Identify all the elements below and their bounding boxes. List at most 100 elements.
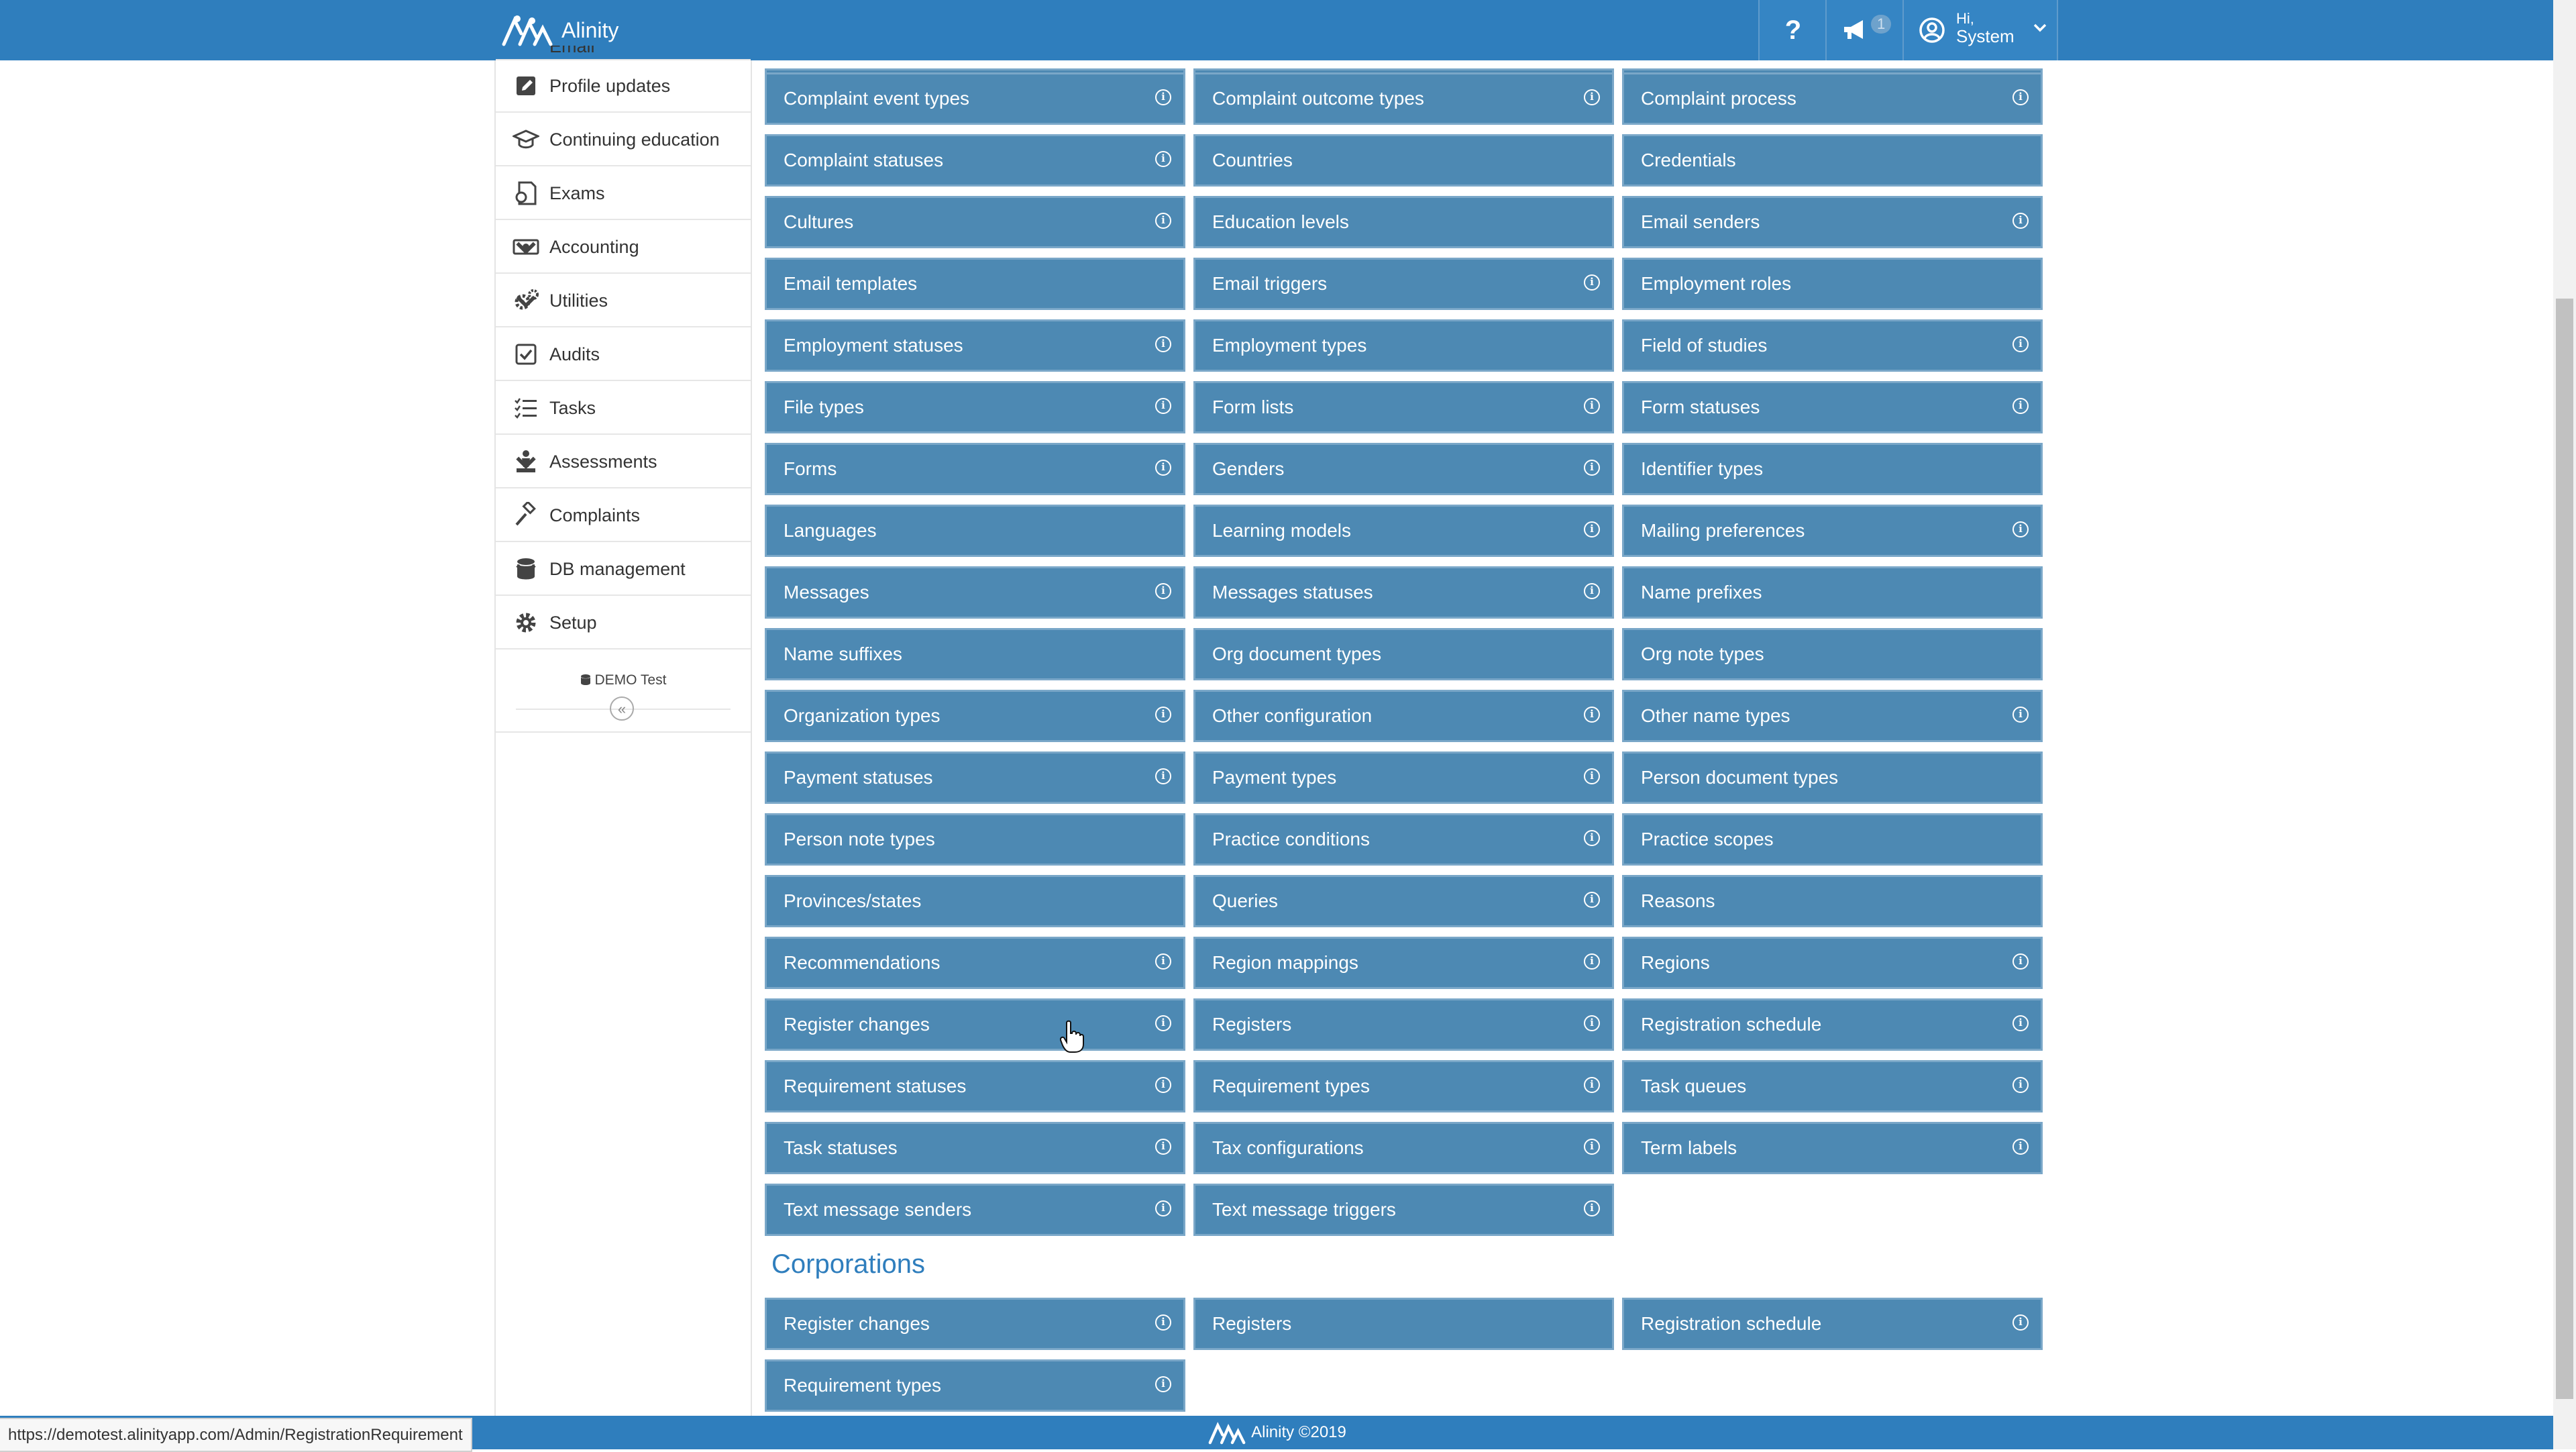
tile-registration-schedule[interactable]: Registration schedule i	[1622, 1298, 2043, 1350]
info-icon[interactable]: i	[1155, 953, 1171, 970]
sidebar-item-complaints[interactable]: Complaints	[496, 490, 751, 542]
tile-employment-roles[interactable]: Employment roles	[1622, 258, 2043, 310]
sidebar-item-db-management[interactable]: DB management	[496, 543, 751, 596]
info-icon[interactable]: i	[1584, 1200, 1600, 1216]
info-icon[interactable]: i	[1155, 1314, 1171, 1331]
tile-languages[interactable]: Languages	[765, 505, 1185, 557]
info-icon[interactable]: i	[1584, 1077, 1600, 1093]
tile-region-mappings[interactable]: Region mappings i	[1193, 937, 1614, 989]
tile-complaint-event-types[interactable]: Complaint event types i	[765, 72, 1185, 125]
info-icon[interactable]: i	[1584, 892, 1600, 908]
info-icon[interactable]: i	[2012, 953, 2029, 970]
info-icon[interactable]: i	[1155, 768, 1171, 784]
info-icon[interactable]: i	[1155, 1015, 1171, 1031]
sidebar-item-exams[interactable]: Exams	[496, 168, 751, 220]
tile-payment-statuses[interactable]: Payment statuses i	[765, 751, 1185, 804]
tile-email-senders[interactable]: Email senders i	[1622, 196, 2043, 248]
info-icon[interactable]: i	[1155, 1376, 1171, 1392]
info-icon[interactable]: i	[1584, 1015, 1600, 1031]
tile-countries[interactable]: Countries	[1193, 134, 1614, 187]
info-icon[interactable]: i	[1155, 460, 1171, 476]
tile-education-levels[interactable]: Education levels	[1193, 196, 1614, 248]
sidebar-item-accounting[interactable]: Accounting	[496, 221, 751, 274]
info-icon[interactable]: i	[2012, 707, 2029, 723]
tile-field-of-studies[interactable]: Field of studies i	[1622, 319, 2043, 372]
info-icon[interactable]: i	[1155, 1139, 1171, 1155]
help-button[interactable]: ?	[1758, 0, 1827, 60]
tile-registers[interactable]: Registers	[1193, 1298, 1614, 1350]
tile-practice-scopes[interactable]: Practice scopes	[1622, 813, 2043, 866]
info-icon[interactable]: i	[2012, 1015, 2029, 1031]
tile-task-statuses[interactable]: Task statuses i	[765, 1122, 1185, 1174]
tile-genders[interactable]: Genders i	[1193, 443, 1614, 495]
info-icon[interactable]: i	[1155, 1077, 1171, 1093]
tile-org-note-types[interactable]: Org note types	[1622, 628, 2043, 680]
info-icon[interactable]: i	[2012, 89, 2029, 105]
sidebar-item-profile-updates[interactable]: Profile updates	[496, 60, 751, 113]
announcements-button[interactable]: 1	[1825, 0, 1904, 60]
tile-requirement-types[interactable]: Requirement types i	[1193, 1060, 1614, 1112]
sidebar-item-audits[interactable]: Audits	[496, 329, 751, 381]
tile-organization-types[interactable]: Organization types i	[765, 690, 1185, 742]
collapse-sidebar-button[interactable]: «	[610, 696, 634, 721]
info-icon[interactable]: i	[2012, 1139, 2029, 1155]
tile-complaint-process[interactable]: Complaint process i	[1622, 72, 2043, 125]
tile-org-document-types[interactable]: Org document types	[1193, 628, 1614, 680]
tile-register-changes[interactable]: Register changes i	[765, 998, 1185, 1051]
tile-name-suffixes[interactable]: Name suffixes	[765, 628, 1185, 680]
tile-email-templates[interactable]: Email templates	[765, 258, 1185, 310]
info-icon[interactable]: i	[1584, 768, 1600, 784]
scrollbar-thumb[interactable]	[2556, 299, 2573, 1399]
info-icon[interactable]: i	[2012, 213, 2029, 229]
tile-messages[interactable]: Messages i	[765, 566, 1185, 619]
info-icon[interactable]: i	[2012, 398, 2029, 414]
tile-learning-models[interactable]: Learning models i	[1193, 505, 1614, 557]
info-icon[interactable]: i	[1584, 89, 1600, 105]
tile-form-statuses[interactable]: Form statuses i	[1622, 381, 2043, 433]
tile-tax-configurations[interactable]: Tax configurations i	[1193, 1122, 1614, 1174]
tile-term-labels[interactable]: Term labels i	[1622, 1122, 2043, 1174]
info-icon[interactable]: i	[1584, 583, 1600, 599]
sidebar-item-setup[interactable]: Setup	[496, 597, 751, 650]
tile-identifier-types[interactable]: Identifier types	[1622, 443, 2043, 495]
tile-other-name-types[interactable]: Other name types i	[1622, 690, 2043, 742]
tile-person-document-types[interactable]: Person document types	[1622, 751, 2043, 804]
info-icon[interactable]: i	[1584, 707, 1600, 723]
tile-registration-schedule[interactable]: Registration schedule i	[1622, 998, 2043, 1051]
tile-person-note-types[interactable]: Person note types	[765, 813, 1185, 866]
tile-regions[interactable]: Regions i	[1622, 937, 2043, 989]
sidebar-item-email[interactable]: Email	[496, 46, 751, 60]
tile-email-triggers[interactable]: Email triggers i	[1193, 258, 1614, 310]
sidebar-item-continuing-education[interactable]: Continuing education	[496, 114, 751, 166]
info-icon[interactable]: i	[1155, 151, 1171, 167]
tile-requirement-statuses[interactable]: Requirement statuses i	[765, 1060, 1185, 1112]
info-icon[interactable]: i	[1155, 583, 1171, 599]
tile-practice-conditions[interactable]: Practice conditions i	[1193, 813, 1614, 866]
tile-text-message-senders[interactable]: Text message senders i	[765, 1184, 1185, 1236]
tile-cultures[interactable]: Cultures i	[765, 196, 1185, 248]
info-icon[interactable]: i	[1155, 707, 1171, 723]
info-icon[interactable]: i	[2012, 521, 2029, 537]
tile-queries[interactable]: Queries i	[1193, 875, 1614, 927]
info-icon[interactable]: i	[1155, 1200, 1171, 1216]
tile-text-message-triggers[interactable]: Text message triggers i	[1193, 1184, 1614, 1236]
info-icon[interactable]: i	[1584, 1139, 1600, 1155]
info-icon[interactable]: i	[1155, 89, 1171, 105]
tile-form-lists[interactable]: Form lists i	[1193, 381, 1614, 433]
info-icon[interactable]: i	[1155, 336, 1171, 352]
user-menu-button[interactable]: Hi, System	[1902, 0, 2058, 60]
sidebar-item-tasks[interactable]: Tasks	[496, 382, 751, 435]
tile-forms[interactable]: Forms i	[765, 443, 1185, 495]
tile-complaint-outcome-types[interactable]: Complaint outcome types i	[1193, 72, 1614, 125]
tile-other-configuration[interactable]: Other configuration i	[1193, 690, 1614, 742]
tile-payment-types[interactable]: Payment types i	[1193, 751, 1614, 804]
info-icon[interactable]: i	[1584, 398, 1600, 414]
info-icon[interactable]: i	[2012, 336, 2029, 352]
tile-requirement-types[interactable]: Requirement types i	[765, 1359, 1185, 1412]
tile-messages-statuses[interactable]: Messages statuses i	[1193, 566, 1614, 619]
info-icon[interactable]: i	[1584, 830, 1600, 846]
info-icon[interactable]: i	[1584, 521, 1600, 537]
info-icon[interactable]: i	[1584, 274, 1600, 291]
tile-mailing-preferences[interactable]: Mailing preferences i	[1622, 505, 2043, 557]
tile-register-changes[interactable]: Register changes i	[765, 1298, 1185, 1350]
